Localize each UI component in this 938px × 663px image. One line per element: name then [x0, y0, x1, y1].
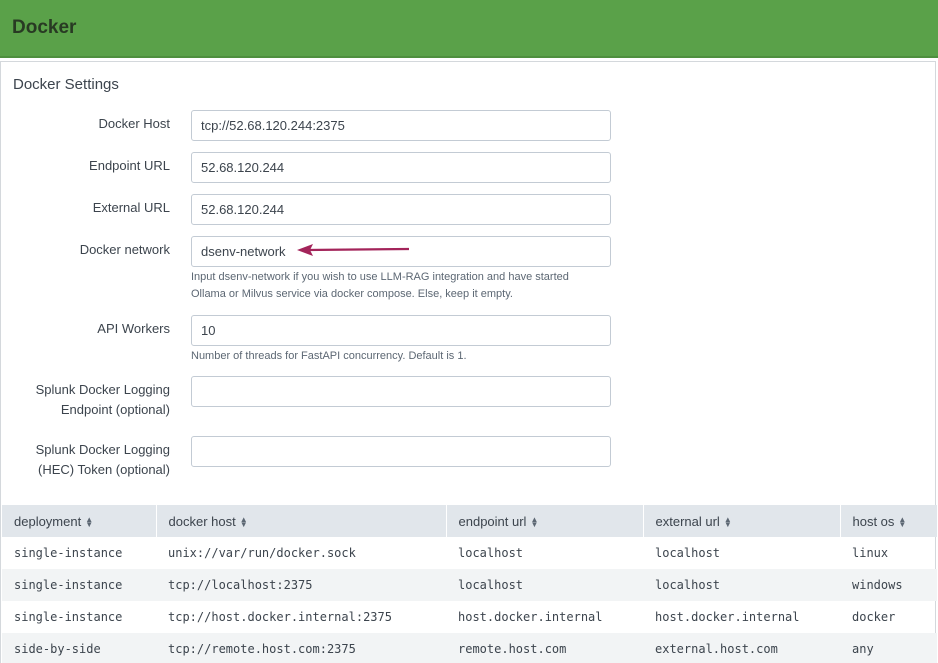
cell-host-os: linux: [852, 546, 889, 560]
splunk-token-input[interactable]: [191, 436, 611, 467]
sort-icon: ▲ ▼: [85, 515, 94, 530]
splunk-endpoint-label-line1: Splunk Docker Logging: [35, 382, 170, 397]
docker-network-help-line1: Input dsenv-network if you wish to use L…: [191, 271, 569, 283]
column-header-label: docker host: [168, 513, 236, 529]
splunk-endpoint-label-line2: Endpoint (optional): [60, 402, 170, 417]
sort-icon: ▲ ▼: [723, 515, 732, 530]
column-header-host-os[interactable]: host os ▲ ▼: [840, 505, 937, 537]
cell-docker-host: tcp://remote.host.com:2375: [156, 633, 446, 663]
api-workers-help: Number of threads for FastAPI concurrenc…: [191, 350, 467, 362]
column-header-label: host os: [852, 513, 895, 529]
cell-deployment: side-by-side: [2, 633, 156, 663]
cell-endpoint-url: localhost: [446, 569, 643, 601]
column-header-docker-host[interactable]: docker host ▲ ▼: [156, 505, 447, 537]
cell-external-url: host.docker.internal: [655, 610, 800, 624]
splunk-endpoint-input[interactable]: [191, 376, 611, 407]
table-row: single-instance unix://var/run/docker.so…: [2, 537, 937, 569]
annotation-arrow-icon: [297, 244, 410, 256]
cell-external-url: localhost: [655, 546, 721, 560]
docker-network-label: Docker network: [79, 242, 170, 257]
page-title: Docker: [12, 17, 77, 38]
splunk-token-label-line1: Splunk Docker Logging: [35, 442, 170, 457]
api-workers-input[interactable]: 10: [191, 315, 611, 346]
cell-deployment: single-instance: [14, 610, 123, 624]
splunk-token-label-line2: (HEC) Token (optional): [38, 462, 170, 477]
app-header: Docker: [0, 0, 938, 58]
cell-external-url: localhost: [643, 569, 840, 601]
cell-docker-host: unix://var/run/docker.sock: [168, 546, 356, 560]
column-header-deployment[interactable]: deployment ▲ ▼: [2, 505, 157, 537]
external-url-input[interactable]: 52.68.120.244: [191, 194, 611, 225]
sort-icon: ▲ ▼: [898, 515, 907, 530]
endpoint-url-input[interactable]: 52.68.120.244: [191, 152, 611, 183]
column-header-label: deployment: [14, 513, 82, 529]
sort-icon: ▲ ▼: [239, 515, 248, 530]
cell-endpoint-url: remote.host.com: [446, 633, 643, 663]
column-header-endpoint-url[interactable]: endpoint url ▲ ▼: [446, 505, 644, 537]
column-header-external-url[interactable]: external url ▲ ▼: [643, 505, 841, 537]
cell-host-os: windows: [840, 569, 937, 601]
cell-docker-host: tcp://localhost:2375: [156, 569, 446, 601]
cell-host-os: docker: [852, 610, 896, 624]
docker-host-input[interactable]: tcp://52.68.120.244:2375: [191, 110, 611, 141]
cell-deployment: single-instance: [14, 546, 123, 560]
docker-host-label: Docker Host: [98, 116, 170, 131]
sort-icon: ▲ ▼: [530, 515, 539, 530]
cell-endpoint-url: host.docker.internal: [458, 610, 603, 624]
column-header-label: endpoint url: [458, 513, 527, 529]
docker-network-help-line2: Ollama or Milvus service via docker comp…: [191, 288, 513, 300]
table-row: side-by-side tcp://remote.host.com:2375 …: [2, 633, 937, 663]
api-workers-label: API Workers: [97, 321, 170, 336]
cell-host-os: any: [840, 633, 937, 663]
external-url-label: External URL: [92, 200, 170, 215]
table-row: single-instance tcp://host.docker.intern…: [2, 601, 937, 633]
docker-settings-panel: Docker Settings Docker Host tcp://52.68.…: [0, 61, 937, 663]
table-row: single-instance tcp://localhost:2375 loc…: [2, 569, 937, 601]
cell-external-url: external.host.com: [643, 633, 840, 663]
docker-hosts-table: deployment ▲ ▼ docker host ▲ ▼ endpoint url ▲…: [2, 505, 937, 663]
cell-deployment: single-instance: [2, 569, 156, 601]
endpoint-url-label: Endpoint URL: [89, 158, 170, 173]
settings-section-title: Docker Settings: [13, 76, 119, 93]
cell-endpoint-url: localhost: [458, 546, 524, 560]
cell-docker-host: tcp://host.docker.internal:2375: [168, 610, 392, 624]
table-header-row: deployment ▲ ▼ docker host ▲ ▼ endpoint url ▲…: [2, 505, 937, 537]
column-header-label: external url: [655, 513, 720, 529]
